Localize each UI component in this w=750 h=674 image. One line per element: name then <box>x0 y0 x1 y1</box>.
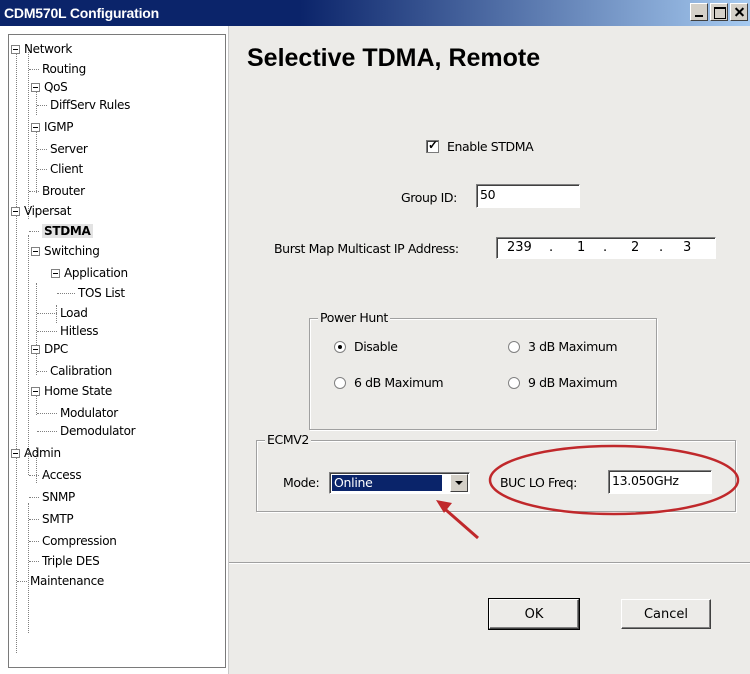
radio-3db-maximum[interactable] <box>508 341 520 353</box>
collapse-icon[interactable] <box>31 344 40 354</box>
tree-item-diffserv-rules[interactable]: DiffServ Rules <box>37 95 130 115</box>
tree-item-home-state[interactable]: Home State <box>31 381 112 401</box>
tree-item-server[interactable]: Server <box>37 139 88 159</box>
ip-separator: . <box>549 240 554 255</box>
tree-item-client[interactable]: Client <box>37 159 83 179</box>
power-hunt-group: Power Hunt Disable 3 dB Maximum 6 dB Max… <box>309 310 657 430</box>
collapse-icon[interactable] <box>31 122 40 132</box>
ok-button[interactable]: OK <box>488 598 580 630</box>
tree-connector <box>28 235 29 475</box>
ip-octet-1[interactable]: 239 <box>507 240 532 255</box>
collapse-icon[interactable] <box>31 82 40 92</box>
tree-item-application[interactable]: Application <box>51 263 128 283</box>
checkmark-icon: ✓ <box>428 138 439 152</box>
collapse-icon[interactable] <box>31 246 40 256</box>
config-panel: Selective TDMA, Remote ✓ Enable STDMA Gr… <box>228 26 750 674</box>
tree-item-hitless[interactable]: Hitless <box>37 321 98 341</box>
tree-item-switching[interactable]: Switching <box>31 241 100 261</box>
buc-lo-freq-label: BUC LO Freq: <box>500 475 577 490</box>
radio-6db-maximum-label: 6 dB Maximum <box>354 375 444 390</box>
window-controls <box>690 3 748 21</box>
tree-item-admin[interactable]: Admin <box>11 443 61 463</box>
tree-item-compression[interactable]: Compression <box>29 531 117 551</box>
ecmv2-title: ECMV2 <box>265 432 311 447</box>
mode-label: Mode: <box>283 475 320 490</box>
tree-item-vipersat[interactable]: Vipersat <box>11 201 71 221</box>
tree-item-igmp[interactable]: IGMP <box>31 117 74 137</box>
tree-item-maintenance[interactable]: Maintenance <box>17 571 104 591</box>
tree-item-snmp[interactable]: SNMP <box>29 487 75 507</box>
enable-stdma-label: Enable STDMA <box>447 139 534 154</box>
radio-3db-maximum-label: 3 dB Maximum <box>528 339 618 354</box>
burst-map-label: Burst Map Multicast IP Address: <box>274 241 459 256</box>
radio-disable-label: Disable <box>354 339 398 354</box>
ip-separator: . <box>603 240 608 255</box>
minimize-icon[interactable] <box>690 3 708 21</box>
tree-item-load[interactable]: Load <box>37 303 88 323</box>
maximize-icon[interactable] <box>710 3 728 21</box>
collapse-icon[interactable] <box>11 206 20 216</box>
tree-item-access[interactable]: Access <box>29 465 82 485</box>
tree-item-tos-list[interactable]: TOS List <box>57 283 125 303</box>
ip-octet-2[interactable]: 1 <box>577 240 585 255</box>
ip-octet-4[interactable]: 3 <box>683 240 691 255</box>
radio-disable[interactable] <box>334 341 346 353</box>
close-icon[interactable] <box>730 3 748 21</box>
tree-item-demodulator[interactable]: Demodulator <box>37 421 136 441</box>
tree-item-triple-des[interactable]: Triple DES <box>29 551 100 571</box>
group-id-label: Group ID: <box>401 190 457 205</box>
tree-item-calibration[interactable]: Calibration <box>37 361 112 381</box>
radio-9db-maximum-label: 9 dB Maximum <box>528 375 618 390</box>
collapse-icon[interactable] <box>11 448 20 458</box>
tree-item-routing[interactable]: Routing <box>29 59 86 79</box>
tree-item-dpc[interactable]: DPC <box>31 339 68 359</box>
collapse-icon[interactable] <box>11 44 20 54</box>
burst-map-ip-field[interactable]: 239 . 1 . 2 . 3 <box>496 237 716 259</box>
window-title: CDM570L Configuration <box>4 5 159 21</box>
page-title: Selective TDMA, Remote <box>247 44 541 72</box>
tree-connector <box>16 49 17 653</box>
radio-6db-maximum[interactable] <box>334 377 346 389</box>
tree-item-brouter[interactable]: Brouter <box>29 181 85 201</box>
enable-stdma-checkbox[interactable]: ✓ <box>426 138 439 153</box>
collapse-icon[interactable] <box>51 268 60 278</box>
radio-9db-maximum[interactable] <box>508 377 520 389</box>
power-hunt-title: Power Hunt <box>318 310 390 325</box>
mode-select[interactable]: Online <box>329 472 470 494</box>
ip-octet-3[interactable]: 2 <box>631 240 639 255</box>
collapse-icon[interactable] <box>31 386 40 396</box>
tree-item-qos[interactable]: QoS <box>31 77 68 97</box>
cancel-button[interactable]: Cancel <box>621 599 711 629</box>
panel-divider <box>229 562 750 564</box>
dropdown-arrow-icon[interactable] <box>450 474 468 492</box>
mode-value: Online <box>332 475 442 491</box>
title-bar: CDM570L Configuration <box>0 0 750 26</box>
navigation-tree[interactable]: Network Routing QoS DiffServ Rules IGMP … <box>8 34 226 668</box>
tree-item-smtp[interactable]: SMTP <box>29 509 74 529</box>
tree-item-modulator[interactable]: Modulator <box>37 403 118 423</box>
tree-item-network[interactable]: Network <box>11 39 72 59</box>
buc-lo-freq-field[interactable]: 13.050GHz <box>608 470 712 494</box>
tree-item-stdma[interactable]: STDMA <box>29 221 93 241</box>
ip-separator: . <box>659 240 664 255</box>
group-id-field[interactable]: 50 <box>476 184 580 208</box>
